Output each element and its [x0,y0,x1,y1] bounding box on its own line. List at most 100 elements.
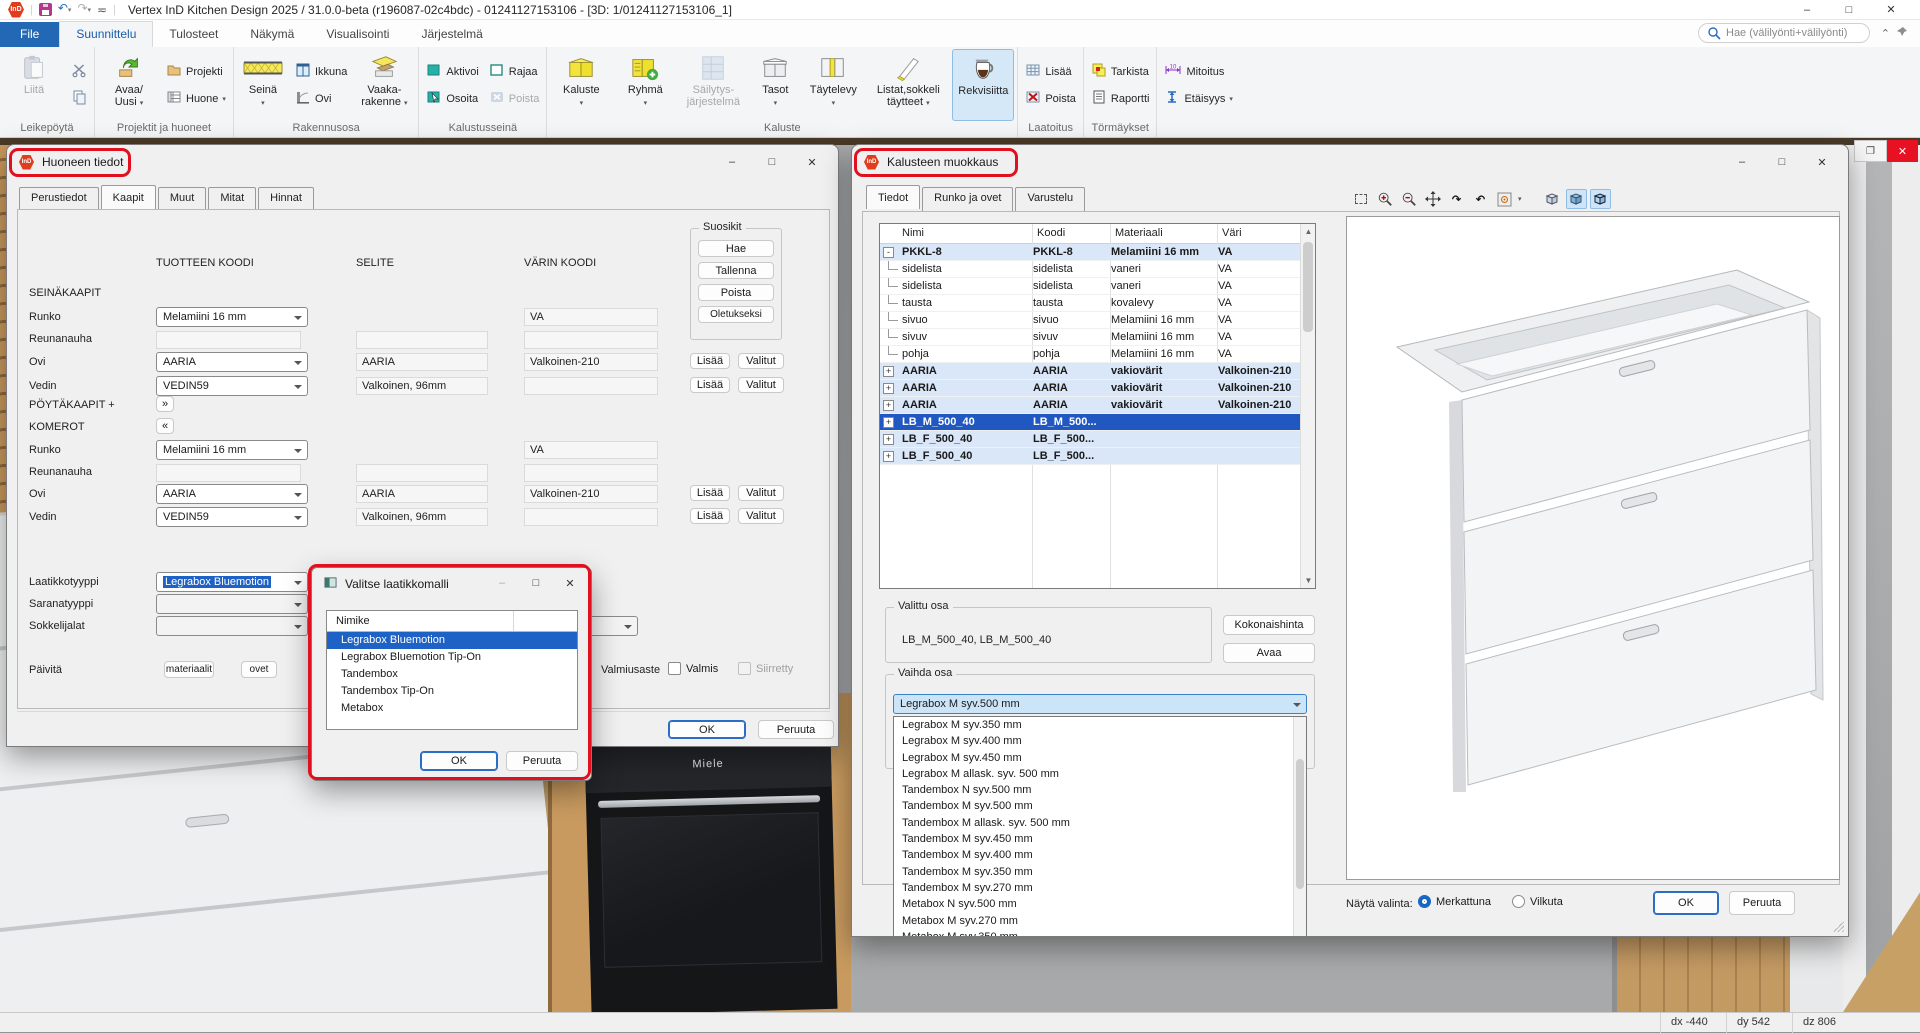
ovi-color-field[interactable]: Valkoinen-210 [524,353,658,371]
huone-button[interactable]: Huone ▾ [162,87,230,110]
ovi-combo[interactable]: AARIA [156,352,308,372]
tab-runko-ja-ovet[interactable]: Runko ja ovet [922,187,1013,211]
mdi-restore-button[interactable]: ❐ [1854,140,1887,162]
expand-section-button[interactable]: » [156,396,174,412]
maximize-button[interactable]: □ [1828,0,1870,19]
vedin2-desc-field[interactable]: Valkoinen, 96mm [356,508,488,526]
ovi-desc-field[interactable]: AARIA [356,353,488,371]
tab-hinnat[interactable]: Hinnat [258,187,314,211]
table-row[interactable]: + AARIA AARIA vakiovärit Valkoinen-210 [880,397,1300,414]
mdi-close-button[interactable]: ✕ [1887,140,1918,162]
rajaa-button[interactable]: Rajaa [485,60,544,83]
oletukseksi-button[interactable]: Oletukseksi [698,306,774,323]
rotate-ccw-icon[interactable]: ↶ [1470,189,1491,209]
dropdown-arrow[interactable]: ▾ [1518,195,1522,203]
tab-nakyma[interactable]: Näkymä [234,22,310,47]
avaa-button[interactable]: Avaa [1223,643,1315,663]
cancel-button[interactable]: Peruuta [1729,891,1795,915]
expand-toggle[interactable]: + [883,383,894,394]
aktivoi-button[interactable]: Aktivoi [422,60,482,83]
tasot-button[interactable]: Tasot▾ [750,49,800,121]
table-row[interactable]: sivuo sivuo Melamiini 16 mm VA [880,312,1300,329]
siirretty-checkbox[interactable]: Siirretty [738,662,793,675]
minimize-button[interactable]: – [1786,0,1828,19]
tab-mitat[interactable]: Mitat [208,187,256,211]
poista-button[interactable]: Poista [485,87,544,110]
combo-option[interactable]: Tandembox N syv.500 mm [894,782,1306,798]
undo-button[interactable]: ↶▾ [58,0,72,19]
raportti-button[interactable]: Raportti [1087,87,1154,110]
dropdown-scrollbar[interactable] [1293,717,1306,936]
lisaa-button[interactable]: Lisää [1021,60,1080,83]
maximize-button[interactable]: □ [1762,149,1802,175]
ok-button[interactable]: OK [668,720,746,739]
laatikkotyyppi-combo[interactable]: Legrabox Bluemotion [156,572,308,592]
poista-button[interactable]: Poista [698,284,774,301]
runko2-color-field[interactable]: VA [524,441,658,459]
sailytysjarjestelma-button[interactable]: Säilytys-järjestelmä [678,49,748,121]
pin-icon[interactable] [1896,26,1908,41]
table-row[interactable]: - PKKL-8 PKKL-8 Melamiini 16 mm VA [880,244,1300,261]
table-row[interactable]: + LB_F_500_40 LB_F_500... [880,448,1300,465]
saranatyyppi-combo[interactable] [156,594,308,614]
ryhma-button[interactable]: Ryhmä▾ [614,49,676,121]
reunanauha-desc-field[interactable] [356,331,488,349]
vilkuta-radio[interactable]: Vilkuta [1512,895,1563,908]
lisaa-button[interactable]: Lisää [690,508,730,524]
expand-toggle[interactable]: + [883,366,894,377]
vedin-combo[interactable]: VEDIN59 [156,376,308,396]
ok-button[interactable]: OK [420,751,498,771]
expand-toggle[interactable]: + [883,434,894,445]
tab-muut[interactable]: Muut [158,187,206,211]
lisaa-button[interactable]: Lisää [690,485,730,501]
reunanauha-color-field[interactable] [524,331,658,349]
tab-suunnittelu[interactable]: Suunnittelu [59,21,153,47]
valmis-checkbox[interactable]: Valmis [668,662,718,675]
rotate-cw-icon[interactable]: ↷ [1446,189,1467,209]
view-mode-shaded-icon[interactable] [1566,189,1587,209]
chevron-up-icon[interactable]: ⌃ [1881,27,1890,40]
cancel-button[interactable]: Peruuta [506,751,578,771]
lisaa-button[interactable]: Lisää [690,353,730,369]
reunanauha-field[interactable] [156,331,301,349]
table-row[interactable]: + LB_F_500_40 LB_F_500... [880,431,1300,448]
center-target-icon[interactable] [1494,189,1515,209]
lisaa-button[interactable]: Lisää [690,377,730,393]
listat-sokkeli-button[interactable]: Listat,sokkelitäytteet ▾ [866,49,950,121]
reunanauha2-field[interactable] [156,464,301,482]
maximize-button[interactable]: □ [752,149,792,175]
minimize-button[interactable]: – [712,149,752,175]
ovi-button[interactable]: Ovi [291,87,351,110]
combo-option[interactable]: Tandembox M syv.350 mm [894,864,1306,880]
vedin-color-field[interactable] [524,377,658,395]
combo-option[interactable]: Tandembox M allask. syv. 500 mm [894,815,1306,831]
zoom-out-icon[interactable] [1398,189,1419,209]
ok-button[interactable]: OK [1653,891,1719,915]
combo-option[interactable]: Tandembox M syv.500 mm [894,798,1306,814]
merkattuna-radio[interactable]: Merkattuna [1418,895,1491,908]
expand-toggle[interactable]: + [883,451,894,462]
tallenna-button[interactable]: Tallenna [698,262,774,279]
list-item[interactable]: Legrabox Bluemotion Tip-On [327,649,577,666]
copy-button[interactable] [67,87,91,110]
open-new-button[interactable]: Avaa/Uusi ▾ [98,49,160,121]
table-row[interactable]: sivuv sivuv Melamiini 16 mm VA [880,329,1300,346]
tab-tulosteet[interactable]: Tulosteet [153,22,234,47]
zoom-in-icon[interactable] [1374,189,1395,209]
vaakarakenne-button[interactable]: Vaaka-rakenne ▾ [353,49,415,121]
scroll-up-icon[interactable]: ▲ [1301,224,1316,239]
table-row[interactable]: tausta tausta kovalevy VA [880,295,1300,312]
ovet-button[interactable]: ovet [241,661,277,678]
kaluste-button[interactable]: Kaluste▾ [550,49,612,121]
vedin2-color-field[interactable] [524,508,658,526]
sokkelijalat-combo[interactable] [156,616,308,636]
tab-jarjestelma[interactable]: Järjestelmä [405,22,498,47]
table-scrollbar[interactable]: ▲ ▼ [1300,224,1315,588]
tab-kaapit[interactable]: Kaapit [101,185,156,209]
tab-visualisointi[interactable]: Visualisointi [310,22,405,47]
kokonaishinta-button[interactable]: Kokonaishinta [1223,615,1315,635]
combo-option[interactable]: Tandembox M syv.270 mm [894,880,1306,896]
ovi2-color-field[interactable]: Valkoinen-210 [524,485,658,503]
combo-option[interactable]: Tandembox M syv.400 mm [894,847,1306,863]
table-row[interactable]: + AARIA AARIA vakiovärit Valkoinen-210 [880,380,1300,397]
